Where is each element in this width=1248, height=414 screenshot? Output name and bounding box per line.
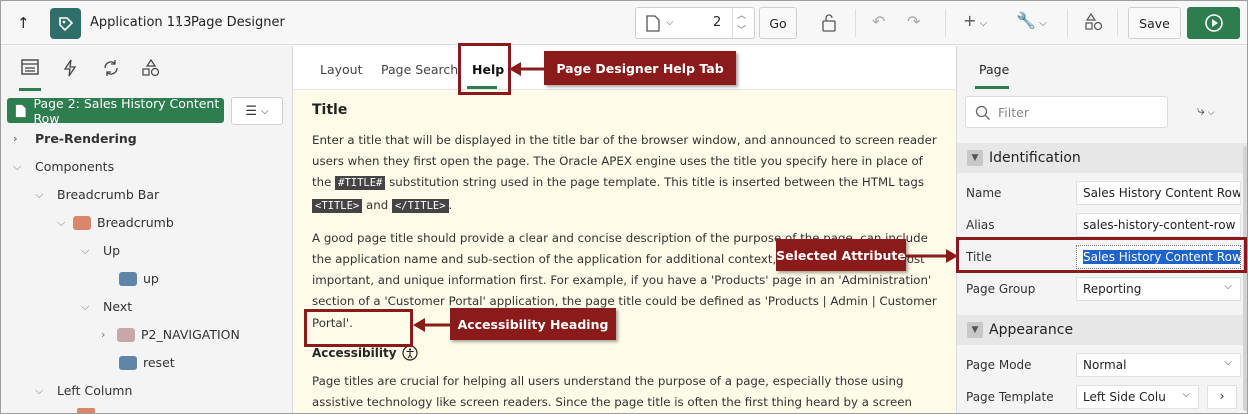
page-icon: [15, 104, 26, 117]
prop-name-input[interactable]: Sales History Content Row: [1076, 181, 1241, 205]
prop-page-group-select[interactable]: Reporting ⌵: [1076, 277, 1241, 301]
breadcrumb-separator: \: [176, 15, 181, 30]
tree-menu-button[interactable]: ☰ ⌵: [231, 97, 283, 125]
create-menu-icon[interactable]: + ⌵: [963, 11, 987, 30]
active-tab-indicator: [19, 88, 41, 91]
tree-node-reset[interactable]: reset: [119, 355, 175, 370]
dynamic-actions-tab-icon[interactable]: [63, 59, 77, 81]
redo-icon[interactable]: ↷: [907, 12, 920, 31]
menu-lines-icon: ☰: [245, 103, 258, 119]
chevron-down-icon[interactable]: ⌵: [35, 188, 47, 202]
toolbar: ↑ Application 113 \ Page Designer ⌵ 2 ︿ …: [1, 1, 1247, 45]
help-paragraph-3: Page titles are crucial for helping all …: [312, 373, 912, 410]
prop-page-template-select[interactable]: Left Side Colu ⌵: [1076, 385, 1199, 409]
section-appearance[interactable]: ▼ Appearance: [957, 315, 1247, 345]
region-icon: [77, 408, 95, 413]
tree-node-up[interactable]: ⌵ Up: [81, 243, 120, 258]
callout-selected-attribute: Selected Attribute: [776, 239, 906, 271]
prop-label-name: Name: [966, 186, 1002, 200]
template-options-button[interactable]: ›: [1207, 385, 1237, 409]
chevron-down-icon[interactable]: ⌵: [81, 244, 93, 258]
tree-node-left-column[interactable]: ⌵ Left Column: [35, 383, 132, 398]
chevron-down-icon: ⌵: [1224, 281, 1232, 292]
page-node-label: Page 2: Sales History Content Row: [33, 95, 220, 126]
chevron-down-icon[interactable]: ⌵: [57, 216, 69, 230]
breadcrumb-region-icon: [73, 215, 91, 230]
page-title: Page Designer: [191, 15, 285, 30]
up-arrow-icon[interactable]: ↑: [17, 14, 30, 32]
chevron-right-icon[interactable]: ›: [13, 132, 25, 145]
help-panel: Layout Page Search Help Title Enter a ti…: [294, 46, 955, 413]
prop-label-alias: Alias: [966, 218, 995, 232]
prop-label-page-group: Page Group: [966, 282, 1036, 296]
processing-tab-icon[interactable]: [102, 59, 120, 81]
go-to-group-icon[interactable]: ⤷ ⌵: [1197, 103, 1215, 119]
undo-icon[interactable]: ↶: [872, 12, 885, 31]
rendering-tab-icon[interactable]: [21, 59, 39, 79]
chevron-down-icon[interactable]: ⌵: [666, 17, 674, 28]
go-button[interactable]: Go: [759, 7, 797, 39]
selected-attribute-highlight: [956, 237, 1247, 273]
chevron-down-icon: ⌵: [261, 105, 269, 117]
page-icon: [646, 15, 660, 32]
callout-arrow: [413, 318, 451, 332]
tree-node-breadcrumb[interactable]: ⌵ Breadcrumb: [57, 215, 174, 230]
tab-layout[interactable]: Layout: [320, 62, 363, 77]
tab-page-search[interactable]: Page Search: [381, 62, 458, 77]
app-icon[interactable]: [50, 8, 81, 39]
active-tab-indicator: [975, 86, 1009, 89]
lock-icon[interactable]: [820, 13, 838, 37]
prop-alias-input[interactable]: sales-history-content-row: [1076, 213, 1241, 237]
prop-label-page-mode: Page Mode: [966, 358, 1032, 372]
tree-node-up-item[interactable]: up: [119, 271, 159, 286]
chevron-down-icon[interactable]: ⌵: [13, 160, 25, 174]
shared-components-icon[interactable]: [1084, 12, 1104, 36]
decrement-icon[interactable]: ﹀: [737, 23, 746, 36]
tree-node-pre-rendering[interactable]: › Pre-Rendering: [13, 131, 137, 146]
page-node[interactable]: Page 2: Sales History Content Row: [7, 95, 224, 126]
run-button[interactable]: [1187, 7, 1240, 39]
increment-icon[interactable]: ︿: [737, 8, 746, 21]
scrollbar[interactable]: [1243, 146, 1247, 411]
chevron-down-icon: ⌵: [1224, 357, 1232, 368]
page-number-input[interactable]: 2: [713, 15, 721, 30]
chevron-down-icon[interactable]: ▼: [967, 322, 983, 338]
rendering-tree-panel: Page 2: Sales History Content Row ☰ ⌵ › Pr…: [1, 46, 293, 413]
save-button[interactable]: Save: [1128, 7, 1181, 39]
play-icon: [1204, 14, 1223, 32]
page-designer-window: ↑ Application 113 \ Page Designer ⌵ 2 ︿ …: [0, 0, 1248, 414]
help-paragraph-1: Enter a title that will be displayed in …: [312, 133, 937, 213]
chevron-down-icon: ⌵: [1182, 389, 1190, 400]
search-icon: [975, 105, 990, 120]
property-editor: Page Filter ⤷ ⌵ ▼ Identification Name Sal…: [956, 46, 1247, 413]
help-title: Title: [312, 102, 348, 118]
item-icon: [117, 327, 135, 342]
utilities-wrench-icon[interactable]: 🔧 ⌵: [1016, 11, 1047, 30]
entry-icon: [119, 355, 137, 370]
callout-accessibility-heading: Accessibility Heading: [450, 308, 616, 340]
entry-icon: [119, 271, 137, 286]
prop-page-mode-select[interactable]: Normal ⌵: [1076, 353, 1241, 377]
tree-node-next[interactable]: ⌵ Next: [81, 299, 132, 314]
page-selector[interactable]: ⌵ 2 ︿ ﹀: [635, 7, 755, 39]
chevron-down-icon[interactable]: ⌵: [81, 300, 93, 314]
accessibility-icon: [401, 345, 418, 361]
tab-page[interactable]: Page: [979, 62, 1009, 77]
callout-arrow: [509, 62, 547, 76]
callout-help-tab: Page Designer Help Tab: [544, 51, 736, 85]
accessibility-heading: Accessibility: [312, 345, 941, 361]
prop-label-page-template: Page Template: [966, 390, 1054, 404]
tree-node-breadcrumb-bar[interactable]: ⌵ Breadcrumb Bar: [35, 187, 159, 202]
chevron-right-icon[interactable]: ›: [101, 328, 113, 341]
help-tab-highlight: [458, 43, 511, 95]
chevron-down-icon[interactable]: ⌵: [35, 384, 47, 398]
filter-input[interactable]: Filter: [965, 96, 1168, 128]
section-identification[interactable]: ▼ Identification: [957, 143, 1247, 173]
chevron-down-icon[interactable]: ▼: [967, 150, 983, 166]
shared-components-tab-icon[interactable]: [142, 58, 160, 81]
tree-node-p2-navigation[interactable]: › P2_NAVIGATION: [101, 327, 240, 342]
callout-arrow: [906, 249, 958, 263]
accessibility-heading-highlight: [304, 309, 413, 347]
tree-node-components[interactable]: ⌵ Components: [13, 159, 114, 174]
